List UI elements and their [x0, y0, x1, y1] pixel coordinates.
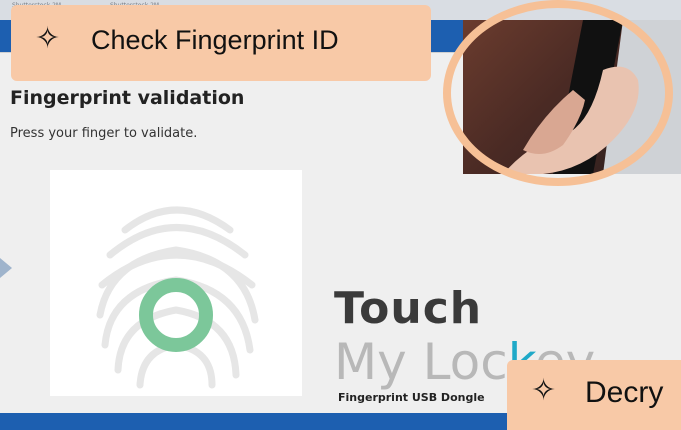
dialog-title: Fingerprint validation — [10, 87, 245, 109]
four-point-star-icon: ✧ — [35, 22, 61, 55]
logo-tagline: Fingerprint USB Dongle — [338, 391, 485, 404]
callout-decrypt: ✧ Decry — [507, 360, 681, 430]
callout-check-fingerprint: ✧ Check Fingerprint ID — [11, 5, 431, 81]
highlight-ring — [443, 0, 673, 186]
fingerprint-scanner-panel[interactable] — [50, 170, 302, 396]
fingerprint-icon — [96, 206, 259, 389]
logo-touch-text: Touch — [334, 283, 483, 334]
arrow-right-icon — [0, 258, 12, 278]
dialog-instructions: Press your finger to validate. — [10, 126, 198, 141]
callout-label: Decry — [585, 376, 664, 409]
callout-label: Check Fingerprint ID — [91, 25, 339, 55]
logo-lockey-pre: My Loc — [334, 333, 508, 391]
four-point-star-icon: ✧ — [531, 374, 557, 407]
